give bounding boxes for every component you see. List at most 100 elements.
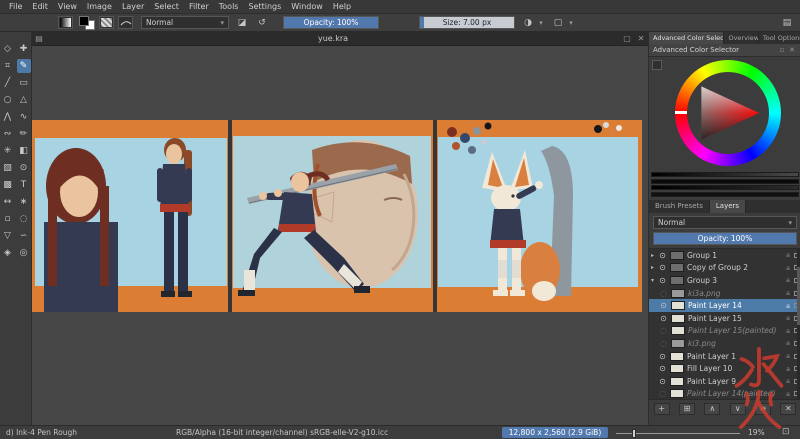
color-sampler-tool[interactable]: ⊙ [17, 161, 31, 175]
alpha-icon[interactable]: a [784, 365, 792, 373]
close-icon[interactable]: ✕ [634, 34, 648, 43]
visibility-icon[interactable]: ⊙ [659, 314, 668, 323]
visibility-icon[interactable]: ◌ [659, 326, 668, 335]
blending-mode-select[interactable]: Normal ▾ [141, 16, 229, 29]
value-bar[interactable] [651, 185, 799, 190]
alpha-icon[interactable]: a [784, 289, 792, 297]
opacity-slider[interactable]: Opacity: 100% [283, 16, 379, 29]
hue-ring[interactable] [675, 60, 781, 166]
document-tab-title[interactable]: yue.kra [46, 34, 620, 43]
tab-overview[interactable]: Overview [724, 32, 758, 44]
line-tool[interactable]: ╱ [1, 76, 15, 90]
alpha-icon[interactable]: a [784, 264, 792, 272]
wrap-around-mode-icon[interactable]: ▢ [551, 16, 565, 29]
fill-tool[interactable]: ◧ [17, 144, 31, 158]
expand-icon[interactable]: ▸ [651, 252, 658, 259]
zoom-tool[interactable]: ◎ [17, 246, 31, 260]
menu-image[interactable]: Image [82, 2, 117, 11]
layer-blending-mode-select[interactable]: Normal ▾ [653, 216, 797, 229]
move-layer-down-button[interactable]: ∨ [730, 403, 746, 415]
dynamic-brush-tool[interactable]: ✏ [17, 127, 31, 141]
foreground-color-swatch[interactable] [79, 16, 89, 26]
measure-tool[interactable]: ↔ [1, 195, 15, 209]
polyline-tool[interactable]: ⋀ [1, 110, 15, 124]
eraser-toggle-icon[interactable]: ◪ [235, 16, 249, 29]
menu-settings[interactable]: Settings [243, 2, 286, 11]
size-slider[interactable]: Size: 7.00 px [419, 16, 515, 29]
canvas-viewport[interactable] [32, 46, 648, 425]
layer-opacity-slider[interactable]: Opacity: 100% [653, 232, 797, 245]
tab-layers[interactable]: Layers [710, 200, 746, 213]
menu-file[interactable]: File [4, 2, 27, 11]
visibility-icon[interactable]: ◌ [658, 389, 667, 398]
layer-row[interactable]: ▸ ⊙ Copy of Group 2 a [649, 262, 800, 275]
ellipse-tool[interactable]: ○ [1, 93, 15, 107]
polygonal-select-tool[interactable]: ▽ [1, 229, 15, 243]
layer-row[interactable]: ◌ ki3a.png a [649, 287, 800, 300]
layer-row-selected[interactable]: ⊙ Paint Layer 14 a [649, 299, 800, 312]
elliptical-select-tool[interactable]: ◌ [17, 212, 31, 226]
selector-shape-button[interactable] [652, 60, 662, 70]
visibility-icon[interactable]: ⊙ [658, 364, 667, 373]
alpha-icon[interactable]: a [784, 377, 792, 385]
visibility-icon[interactable]: ⊙ [658, 263, 667, 272]
visibility-icon[interactable]: ⊙ [659, 301, 668, 310]
value-bar[interactable] [651, 172, 799, 177]
pattern-edit-tool[interactable]: ▩ [1, 178, 15, 192]
subwindow-icon[interactable]: ▤ [32, 34, 46, 43]
value-bar[interactable] [651, 192, 799, 197]
mirror-icon[interactable]: ◑ [521, 16, 535, 29]
transform-tool[interactable]: ◇ [1, 42, 15, 56]
menu-layer[interactable]: Layer [117, 2, 149, 11]
layer-row[interactable]: ⊙ Paint Layer 9 a [649, 375, 800, 388]
chevron-down-icon[interactable]: ▾ [567, 16, 575, 29]
workspace-chooser-icon[interactable]: ▤ [780, 16, 794, 29]
layer-row[interactable]: ▾ ⊙ Group 3 a [649, 274, 800, 287]
alpha-icon[interactable]: a [784, 251, 792, 259]
layer-row[interactable]: ◌ ki3.png a [649, 337, 800, 350]
visibility-icon[interactable]: ⊙ [658, 251, 667, 260]
visibility-icon[interactable]: ⊙ [658, 377, 667, 386]
menu-filter[interactable]: Filter [184, 2, 214, 11]
crop-tool[interactable]: ⌗ [1, 59, 15, 73]
layer-row[interactable]: ◌ Paint Layer 15(painted) a [649, 325, 800, 338]
gradient-tool[interactable]: ▧ [1, 161, 15, 175]
gradient-chooser[interactable] [58, 16, 73, 29]
freehand-select-tool[interactable]: ∽ [17, 229, 31, 243]
contiguous-select-tool[interactable]: ◈ [1, 246, 15, 260]
visibility-icon[interactable]: ◌ [659, 289, 668, 298]
multibrush-tool[interactable]: ✳ [1, 144, 15, 158]
zoom-slider-handle[interactable] [632, 429, 636, 438]
layer-row[interactable]: ⊙ Paint Layer 1 a [649, 350, 800, 363]
alpha-icon[interactable]: a [784, 390, 792, 398]
alpha-icon[interactable]: a [784, 302, 792, 310]
alpha-icon[interactable]: a [784, 276, 792, 284]
visibility-icon[interactable]: ◌ [659, 339, 668, 348]
move-layer-up-button[interactable]: ∧ [704, 403, 720, 415]
restore-icon[interactable]: ▢ [620, 34, 634, 43]
menu-edit[interactable]: Edit [27, 2, 53, 11]
alpha-icon[interactable]: a [784, 327, 792, 335]
tab-tool-options[interactable]: Tool Options [759, 32, 800, 44]
zoom-fit-icon[interactable]: ⊡ [782, 427, 790, 437]
layer-row[interactable]: ◌ Paint Layer 14(painted) a [649, 388, 800, 400]
chevron-down-icon[interactable]: ▾ [537, 16, 545, 29]
alpha-icon[interactable]: a [784, 339, 792, 347]
brush-preset-chooser[interactable] [118, 16, 133, 29]
float-docker-icon[interactable]: ▫ [777, 46, 787, 54]
menu-window[interactable]: Window [286, 2, 328, 11]
layer-row[interactable]: ▸ ⊙ Group 1 a [649, 249, 800, 262]
layer-row[interactable]: ⊙ Fill Layer 10 a [649, 362, 800, 375]
menu-tools[interactable]: Tools [214, 2, 244, 11]
expand-icon[interactable]: ▸ [651, 264, 658, 271]
rectangular-select-tool[interactable]: ▫ [1, 212, 15, 226]
text-tool[interactable]: T [17, 178, 31, 192]
visibility-icon[interactable]: ⊙ [658, 276, 667, 285]
delete-layer-button[interactable]: ✕ [780, 403, 796, 415]
reload-preset-icon[interactable]: ↺ [255, 16, 269, 29]
tab-brush-presets[interactable]: Brush Presets [649, 200, 710, 213]
assistants-tool[interactable]: ∗ [17, 195, 31, 209]
move-tool[interactable]: ✚ [17, 42, 31, 56]
zoom-level-label[interactable]: 19% [748, 428, 765, 437]
layer-row[interactable]: ⊙ Paint Layer 15 a [649, 312, 800, 325]
